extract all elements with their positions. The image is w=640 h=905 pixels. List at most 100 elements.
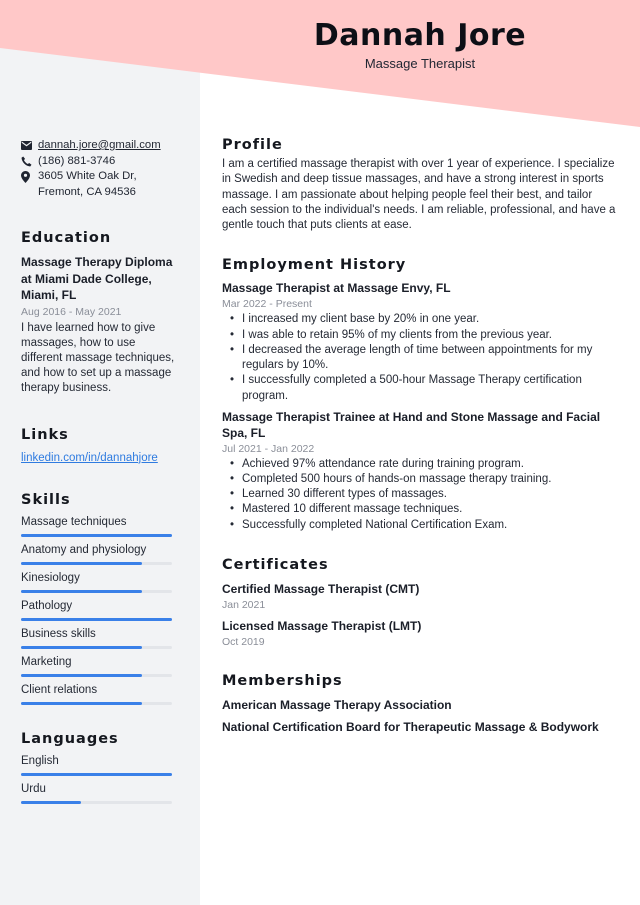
- skill-item: Client relations: [21, 682, 176, 705]
- skill-item: Business skills: [21, 626, 176, 649]
- left-column: dannah.jore@gmail.com (186) 881-3746 360…: [21, 138, 176, 809]
- contact-phone: (186) 881-3746: [21, 154, 176, 170]
- certificates-heading: Certificates: [222, 556, 329, 573]
- skill-label: Massage techniques: [21, 515, 127, 528]
- skill-item: English: [21, 753, 176, 776]
- skill-label: Marketing: [21, 655, 72, 668]
- address: 3605 White Oak Dr, Fremont, CA 94536: [38, 170, 137, 198]
- certificate-title: Certified Massage Therapist (CMT): [222, 581, 420, 596]
- bullet-item: I decreased the average length of time b…: [230, 343, 620, 373]
- phone-icon: [21, 154, 38, 170]
- certificate-date: Jan 2021: [222, 598, 266, 611]
- links-section: Links linkedin.com/in/dannahjore: [21, 425, 176, 466]
- education-description: I have learned how to give massages, how…: [21, 321, 175, 395]
- skill-label: Anatomy and physiology: [21, 543, 147, 556]
- resume-header: Dannah Jore Massage Therapist: [200, 16, 640, 72]
- memberships-heading: Memberships: [222, 672, 343, 689]
- languages-list: English Urdu: [21, 753, 176, 804]
- skill-level-fill: [21, 533, 172, 537]
- languages-heading: Languages: [21, 730, 119, 747]
- skills-section: Skills Massage techniques Anatomy and phy…: [21, 490, 176, 705]
- skill-level-bar: [21, 701, 172, 705]
- education-item: Massage Therapy Diploma at Miami Dade Co…: [21, 254, 176, 397]
- bullet-item: Achieved 97% attendance rate during trai…: [230, 457, 620, 472]
- employment-heading: Employment History: [222, 257, 407, 274]
- education-heading: Education: [21, 230, 112, 246]
- bullet-item: I successfully completed a 500-hour Mass…: [230, 373, 620, 403]
- skill-level-fill: [21, 772, 172, 776]
- bullet-item: Mastered 10 different massage techniques…: [230, 502, 620, 517]
- bullet-item: Completed 500 hours of hands-on massage …: [230, 472, 620, 487]
- skill-item: Massage techniques: [21, 514, 176, 537]
- skill-level-bar: [21, 561, 172, 565]
- skill-level-bar: [21, 533, 172, 537]
- job-item: Massage Therapist at Massage Envy, FL Ma…: [222, 280, 620, 403]
- skill-level-fill: [21, 617, 172, 621]
- bullet-item: I increased my client base by 20% in one…: [230, 312, 620, 327]
- bullet-item: Learned 30 different types of massages.: [230, 487, 620, 502]
- skill-item: Anatomy and physiology: [21, 542, 176, 565]
- education-date: Aug 2016 - May 2021: [21, 305, 122, 318]
- bullet-item: Successfully completed National Certific…: [230, 518, 620, 533]
- certificates-section: Certificates Certified Massage Therapist…: [222, 555, 620, 649]
- skill-level-fill: [21, 673, 142, 677]
- bullet-item: I was able to retain 95% of my clients f…: [230, 328, 620, 343]
- membership-item: National Certification Board for Therape…: [222, 719, 599, 734]
- linkedin-link[interactable]: linkedin.com/in/dannahjore: [21, 452, 158, 464]
- skill-item: Marketing: [21, 654, 176, 677]
- profile-section: Profile I am a certified massage therapi…: [222, 135, 620, 233]
- email-link[interactable]: dannah.jore@gmail.com: [38, 138, 176, 154]
- education-section: Education Massage Therapy Diploma at Mia…: [21, 228, 176, 397]
- skill-item: Urdu: [21, 781, 176, 804]
- profile-text: I am a certified massage therapist with …: [222, 158, 616, 232]
- skill-level-bar: [21, 589, 172, 593]
- phone-number: (186) 881-3746: [38, 154, 116, 167]
- skills-heading: Skills: [21, 491, 71, 508]
- certificate-item: Licensed Massage Therapist (LMT) Oct 201…: [222, 618, 620, 649]
- skill-label: English: [21, 754, 59, 767]
- contact-address: 3605 White Oak Dr, Fremont, CA 94536: [21, 169, 176, 200]
- skill-level-fill: [21, 800, 82, 804]
- skill-level-bar: [21, 617, 172, 621]
- job-item-bullets: I increased my client base by 20% in one…: [222, 312, 620, 403]
- skill-label: Urdu: [21, 782, 46, 795]
- skill-level-bar: [21, 772, 172, 776]
- job-item: Massage Therapist Trainee at Hand and St…: [222, 409, 620, 533]
- skill-level-bar: [21, 800, 172, 804]
- job-item-title: Massage Therapist Trainee at Hand and St…: [222, 409, 601, 440]
- languages-section: Languages English Urdu: [21, 729, 176, 804]
- memberships-section: Memberships American Massage Therapy Ass…: [222, 671, 620, 735]
- main-column: Profile I am a certified massage therapi…: [222, 135, 620, 757]
- skill-item: Pathology: [21, 598, 176, 621]
- skill-label: Client relations: [21, 683, 98, 696]
- skill-label: Business skills: [21, 627, 96, 640]
- envelope-icon: [21, 138, 38, 154]
- contact-email: dannah.jore@gmail.com: [21, 138, 176, 154]
- skill-level-fill: [21, 701, 142, 705]
- skill-level-fill: [21, 589, 142, 593]
- job-item-title: Massage Therapist at Massage Envy, FL: [222, 281, 451, 296]
- skill-level-bar: [21, 645, 172, 649]
- job-item-date: Jul 2021 - Jan 2022: [222, 442, 315, 455]
- skill-label: Pathology: [21, 599, 73, 612]
- map-marker-icon: [21, 169, 38, 185]
- job-item-bullets: Achieved 97% attendance rate during trai…: [222, 457, 620, 533]
- skill-item: Kinesiology: [21, 570, 176, 593]
- skill-level-fill: [21, 561, 142, 565]
- skill-level-fill: [21, 645, 142, 649]
- skill-level-bar: [21, 673, 172, 677]
- certificate-item: Certified Massage Therapist (CMT) Jan 20…: [222, 581, 620, 612]
- candidate-name: Dannah Jore: [313, 18, 527, 53]
- education-title: Massage Therapy Diploma at Miami Dade Co…: [21, 255, 173, 302]
- skill-label: Kinesiology: [21, 571, 80, 584]
- contact-details: dannah.jore@gmail.com (186) 881-3746 360…: [21, 138, 176, 200]
- job-item-date: Mar 2022 - Present: [222, 298, 312, 311]
- profile-heading: Profile: [222, 137, 283, 153]
- skills-list: Massage techniques Anatomy and physiology…: [21, 514, 176, 705]
- certificate-date: Oct 2019: [222, 635, 265, 648]
- certificate-title: Licensed Massage Therapist (LMT): [222, 618, 422, 633]
- employment-section: Employment History Massage Therapist at …: [222, 255, 620, 532]
- job-title: Massage Therapist: [364, 56, 476, 71]
- links-heading: Links: [21, 426, 69, 443]
- membership-item: American Massage Therapy Association: [222, 697, 452, 712]
